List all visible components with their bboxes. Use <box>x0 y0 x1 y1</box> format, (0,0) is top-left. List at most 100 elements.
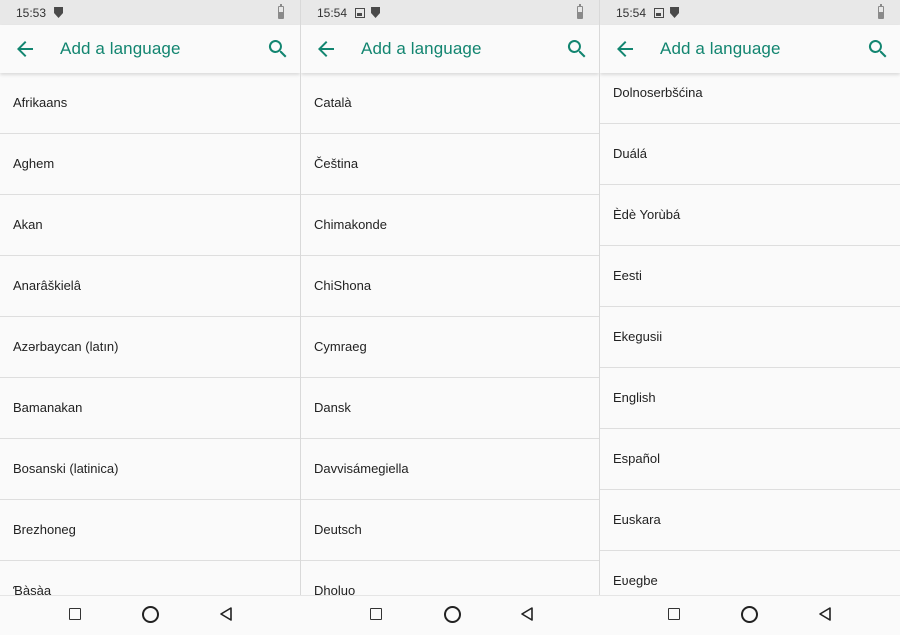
list-item[interactable]: Español <box>600 429 900 490</box>
screens-container: 15:53 Add a language Afrikaans Aghem Akan Ana… <box>0 0 900 595</box>
search-button[interactable] <box>565 37 589 61</box>
status-bar: 15:53 <box>0 0 300 25</box>
shield-icon <box>54 7 64 18</box>
screen-divider <box>599 0 600 595</box>
search-icon <box>268 40 287 58</box>
list-item[interactable]: ChiShona <box>301 256 599 317</box>
list-item[interactable]: Ɓàsàa <box>0 561 300 595</box>
arrow-left-icon <box>617 41 633 57</box>
page-title: Add a language <box>361 39 482 58</box>
list-item[interactable]: Cymraeg <box>301 317 599 378</box>
language-label: Dansk <box>314 400 351 415</box>
list-item[interactable]: Bamanakan <box>0 378 300 439</box>
status-bar: 15:54 <box>600 0 900 25</box>
list-item[interactable]: Bosanski (latinica) <box>0 439 300 500</box>
search-icon <box>567 40 586 58</box>
app-bar: Add a language <box>301 25 599 73</box>
search-button[interactable] <box>266 37 290 61</box>
recents-square-icon[interactable] <box>668 608 680 620</box>
language-label: Català <box>314 95 352 110</box>
list-item[interactable]: Duálá <box>600 124 900 185</box>
language-label: Duálá <box>613 146 647 161</box>
shield-icon <box>371 7 381 18</box>
language-label: Eesti <box>613 268 642 283</box>
list-item[interactable]: Aghem <box>0 134 300 195</box>
battery-icon <box>577 4 583 19</box>
language-label: Davvisámegiella <box>314 461 409 476</box>
navigation-bar <box>0 595 900 635</box>
language-label: Euskara <box>613 512 661 527</box>
language-label: Akan <box>13 217 43 232</box>
language-label: Dolnoserbšćina <box>613 85 703 100</box>
list-item[interactable]: Eesti <box>600 246 900 307</box>
list-item[interactable]: Azərbaycan (latın) <box>0 317 300 378</box>
list-item[interactable]: Čeština <box>301 134 599 195</box>
recents-square-icon[interactable] <box>69 608 81 620</box>
phone-screen-3: 15:54 Add a language Dolnoserbšćina Duálá Èd… <box>600 0 900 595</box>
list-item[interactable]: Chimakonde <box>301 195 599 256</box>
language-label: Ɓàsàa <box>13 583 52 595</box>
list-item[interactable]: Català <box>301 73 599 134</box>
shield-icon <box>670 7 680 18</box>
search-button[interactable] <box>866 37 890 61</box>
language-label: Čeština <box>314 156 359 171</box>
language-label: English <box>613 390 656 405</box>
back-triangle-icon[interactable] <box>520 607 534 621</box>
language-label: Brezhoneg <box>13 522 76 537</box>
image-icon <box>355 7 366 18</box>
language-label: Bamanakan <box>13 400 83 415</box>
language-label: Afrikaans <box>13 95 68 110</box>
list-item[interactable]: Eʋegbe <box>600 551 900 595</box>
phone-screen-2: 15:54 Add a language Català Čeština Chimakon… <box>301 0 599 595</box>
language-label: Aghem <box>13 156 55 171</box>
list-item[interactable]: Ekegusii <box>600 307 900 368</box>
back-triangle-icon[interactable] <box>818 607 832 621</box>
back-button[interactable] <box>613 37 637 61</box>
list-item[interactable]: Davvisámegiella <box>301 439 599 500</box>
status-time: 15:53 <box>16 5 47 20</box>
language-label: Bosanski (latinica) <box>13 461 119 476</box>
page-title: Add a language <box>660 39 781 58</box>
arrow-left-icon <box>318 41 334 57</box>
language-label: Ekegusii <box>613 329 663 344</box>
page-title: Add a language <box>60 39 181 58</box>
language-label: Èdè Yorùbá <box>613 207 681 222</box>
arrow-left-icon <box>17 41 33 57</box>
list-item[interactable]: Deutsch <box>301 500 599 561</box>
status-bar: 15:54 <box>301 0 599 25</box>
language-label: Deutsch <box>314 522 362 537</box>
home-circle-icon[interactable] <box>142 606 159 623</box>
language-label: Anarâškielâ <box>13 278 81 293</box>
list-item[interactable]: Akan <box>0 195 300 256</box>
language-label: Azərbaycan (latın) <box>13 339 119 354</box>
status-time: 15:54 <box>616 5 647 20</box>
list-item[interactable]: Anarâškielâ <box>0 256 300 317</box>
list-item[interactable]: Èdè Yorùbá <box>600 185 900 246</box>
app-bar: Add a language <box>0 25 300 73</box>
list-item[interactable]: Brezhoneg <box>0 500 300 561</box>
status-time: 15:54 <box>317 5 348 20</box>
list-item[interactable]: Dholuo <box>301 561 599 595</box>
phone-screen-1: 15:53 Add a language Afrikaans Aghem Akan Ana… <box>0 0 300 595</box>
list-item[interactable]: Euskara <box>600 490 900 551</box>
search-icon <box>868 40 887 58</box>
back-button[interactable] <box>314 37 338 61</box>
list-item[interactable]: English <box>600 368 900 429</box>
screen-divider <box>300 0 301 595</box>
list-item[interactable]: Afrikaans <box>0 73 300 134</box>
back-triangle-icon[interactable] <box>219 607 233 621</box>
list-item[interactable]: Dansk <box>301 378 599 439</box>
battery-icon <box>278 4 284 19</box>
language-label: Chimakonde <box>314 217 387 232</box>
home-circle-icon[interactable] <box>741 606 758 623</box>
language-label: Español <box>613 451 660 466</box>
language-label: Eʋegbe <box>613 573 658 588</box>
language-label: ChiShona <box>314 278 372 293</box>
home-circle-icon[interactable] <box>444 606 461 623</box>
app-bar: Add a language <box>600 25 900 73</box>
language-label: Cymraeg <box>314 339 367 354</box>
battery-icon <box>878 4 884 19</box>
image-icon <box>654 7 665 18</box>
recents-square-icon[interactable] <box>370 608 382 620</box>
back-button[interactable] <box>13 37 37 61</box>
